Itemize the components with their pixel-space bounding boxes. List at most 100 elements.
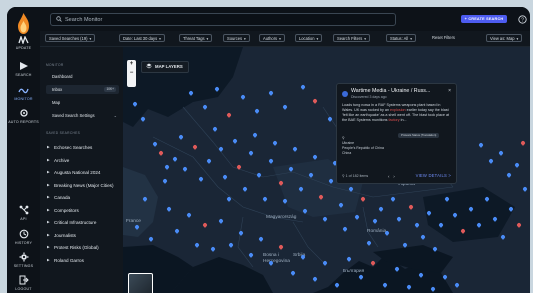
authors-filter[interactable]: Authors ▾	[259, 34, 285, 42]
map-label: България	[343, 269, 365, 274]
app-window: UPDATE SEARCH MONITOR AUTO REPORTS API H…	[7, 7, 530, 293]
saved-search-item[interactable]: ▶ Echosec Searches	[46, 143, 119, 152]
nav-settings[interactable]: SETTINGS	[7, 252, 40, 268]
gear-icon	[19, 109, 28, 117]
date-filter[interactable]: Date: Last 30 days ▾	[119, 34, 165, 42]
chevron-down-icon: ▾	[316, 37, 319, 41]
map-view[interactable]: + − MAP LAYERS France Magyarország Român…	[123, 47, 530, 293]
chevron-down-icon: ▾	[159, 37, 161, 41]
update-icon	[18, 36, 29, 44]
svg-text:?: ?	[521, 17, 524, 23]
chevron-down-icon: ▾	[244, 37, 246, 41]
keyword-highlight: explosion	[390, 108, 406, 112]
chevron-down-icon: ▾	[206, 37, 209, 41]
chevron-down-icon: ▾	[279, 37, 281, 41]
search-filters-filter[interactable]: Search Filters ▾	[333, 34, 371, 42]
chevron-down-icon: ▾	[516, 37, 519, 41]
flame-logo-icon	[18, 13, 29, 34]
nav-update[interactable]: UPDATE	[7, 36, 40, 50]
nav-history[interactable]: HISTORY	[7, 229, 40, 245]
saved-search-item[interactable]: ▶ Critical Infrastructure	[46, 218, 119, 227]
search-nav-icon	[19, 62, 28, 70]
dashboard-link[interactable]: Dashboard	[46, 72, 119, 81]
saved-search-label: Roland Garros	[54, 258, 84, 263]
help-icon[interactable]: ?	[518, 15, 527, 24]
prev-icon[interactable]: ‹	[388, 174, 390, 179]
nav-label: SETTINGS	[13, 264, 34, 268]
saved-search-label: Competitors	[54, 208, 79, 213]
next-icon[interactable]: ›	[393, 174, 395, 179]
api-icon	[19, 205, 28, 215]
saved-search-item[interactable]: ▶ Protest Risks (Global)	[46, 243, 119, 252]
saved-search-label: Echosec Searches	[54, 145, 93, 150]
caret-right-icon: ▶	[47, 258, 50, 262]
location-filter[interactable]: Location ▾	[295, 34, 323, 42]
chevron-down-icon: ▾	[89, 37, 92, 41]
nav-monitor[interactable]: MONITOR	[7, 86, 40, 101]
saved-search-label: Archive	[54, 158, 70, 163]
top-bar: + CREATE SEARCH ?	[40, 7, 530, 31]
inbox-link[interactable]: Inbox 10K+	[46, 85, 119, 94]
nav-logout[interactable]: LOGOUT	[7, 275, 40, 291]
status-filter[interactable]: Status: All ▾	[386, 34, 416, 42]
reset-filters-button[interactable]: Reset Filters	[432, 34, 455, 42]
saved-search-label: Augusta National 2024	[54, 170, 101, 175]
pager-text: ⚲ 1 of 182 items	[342, 174, 368, 178]
caret-right-icon: ▶	[47, 233, 50, 237]
post-popup: Wartime Media - Ukraine / Russ... Discov…	[336, 83, 457, 184]
inbox-label: Inbox	[52, 87, 63, 92]
chip-label: Threat Tags	[183, 36, 205, 41]
popup-title[interactable]: Wartime Media - Ukraine / Russ...	[351, 88, 430, 94]
settings-icon	[19, 252, 28, 262]
pager-label: 1 of 182 items	[345, 174, 369, 178]
sources-filter[interactable]: Sources ▾	[223, 34, 250, 42]
saved-search-item[interactable]: ▶ Journalists	[46, 231, 119, 240]
saved-searches-filter[interactable]: Saved Searches (19) ▾	[45, 34, 96, 42]
saved-search-item[interactable]: ▶ Roland Garros	[46, 256, 119, 265]
chip-label: Status: All	[390, 36, 409, 41]
source-avatar	[342, 91, 348, 97]
nav-label: API	[20, 217, 27, 221]
popup-timestamp: Discovered 3 days ago	[351, 95, 387, 99]
view-as-select[interactable]: View as: Map ▾	[486, 34, 523, 42]
map-layers-button[interactable]: MAP LAYERS	[141, 61, 189, 73]
saved-search-item[interactable]: ▶ Archive	[46, 156, 119, 165]
keyword-highlight: factory	[388, 118, 400, 122]
body-text: in...	[399, 118, 407, 122]
map-label: Magyarország	[266, 215, 297, 220]
nav-auto-reports[interactable]: AUTO REPORTS	[7, 108, 40, 124]
section-header: MONITOR	[46, 63, 64, 67]
threat-tags-filter[interactable]: Threat Tags ▾	[179, 34, 213, 42]
search-box[interactable]	[50, 13, 396, 26]
saved-search-settings-link[interactable]: Saved Search Settings ⌄	[46, 111, 119, 120]
saved-search-label: Protest Risks (Global)	[54, 245, 99, 250]
zoom-out-button[interactable]: −	[127, 69, 136, 78]
zoom-in-button[interactable]: +	[127, 60, 136, 69]
nav-search[interactable]: SEARCH	[7, 61, 40, 77]
saved-search-label: Breaking News (Major Cities)	[54, 183, 114, 188]
nav-label: AUTO REPORTS	[8, 120, 39, 124]
saved-search-label: Critical Infrastructure	[54, 220, 97, 225]
chip-label: Date: Last 30 days	[123, 36, 158, 41]
create-search-button[interactable]: + CREATE SEARCH	[461, 15, 507, 23]
saved-search-item[interactable]: ▶ Canada	[46, 193, 119, 202]
layers-icon	[146, 63, 152, 69]
nav-label: MONITOR	[14, 97, 33, 101]
nav-label: LOGOUT	[15, 287, 32, 291]
close-icon[interactable]: ×	[448, 88, 451, 94]
search-icon	[56, 16, 62, 22]
caret-right-icon: ▶	[47, 195, 50, 199]
monitor-panel: MONITOR Dashboard Inbox 10K+ Map Saved S…	[40, 47, 124, 293]
basemap-thumbnail[interactable]	[128, 273, 153, 293]
map-link[interactable]: Map	[46, 98, 119, 107]
saved-search-item[interactable]: ▶ Competitors	[46, 206, 119, 215]
history-icon	[19, 229, 28, 239]
saved-search-item[interactable]: ▶ Breaking News (Major Cities)	[46, 181, 119, 190]
saved-search-item[interactable]: ▶ Augusta National 2024	[46, 168, 119, 177]
nav-api[interactable]: API	[7, 205, 40, 221]
popup-body: Loads tung nowa in a RAF Systems weapons…	[342, 103, 450, 123]
translate-button[interactable]: Protests Status (Translation)	[398, 133, 440, 138]
nav-label: HISTORY	[14, 241, 33, 245]
search-input[interactable]	[65, 14, 385, 25]
view-details-link[interactable]: VIEW DETAILS >	[416, 173, 451, 178]
